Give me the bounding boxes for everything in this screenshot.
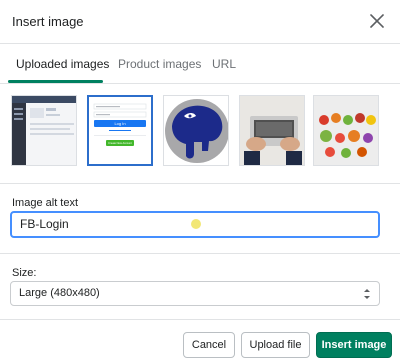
size-label: Size: — [12, 267, 37, 279]
dialog-title: Insert image — [12, 14, 84, 29]
image-gallery: Log In Create New Account — [0, 84, 400, 184]
tab-bar: Uploaded images Product images URL — [0, 44, 400, 84]
upload-file-button[interactable]: Upload file — [241, 332, 310, 358]
tab-url[interactable]: URL — [212, 57, 236, 71]
image-thumbnail-fb-login[interactable]: Log In Create New Account — [87, 95, 153, 166]
image-thumbnail-vegetables[interactable] — [313, 95, 379, 166]
alt-text-section: Image alt text FB-Login — [0, 184, 400, 254]
size-section: Size: Large (480x480) — [0, 254, 400, 320]
active-tab-indicator — [8, 80, 103, 83]
dialog-header: Insert image — [0, 0, 400, 44]
tab-uploaded-images[interactable]: Uploaded images — [16, 57, 109, 71]
image-thumbnail-hands-on-laptop[interactable] — [239, 95, 305, 166]
image-thumbnail-elephant-logo[interactable] — [163, 95, 229, 166]
dialog-footer: Cancel Upload file Insert image — [0, 320, 400, 363]
login-button-text: Log In — [114, 121, 125, 126]
image-thumbnail-fb-dashboard[interactable] — [11, 95, 77, 166]
select-arrows-icon — [363, 287, 371, 301]
mouse-cursor-highlight — [191, 219, 201, 229]
tab-product-images[interactable]: Product images — [118, 57, 201, 71]
insert-image-dialog: Insert image Uploaded images Product ima… — [0, 0, 400, 363]
size-select-value: Large (480x480) — [19, 287, 100, 299]
close-icon[interactable] — [366, 10, 388, 32]
create-account-text: Create New Account — [108, 141, 132, 145]
size-select[interactable]: Large (480x480) — [10, 281, 380, 306]
cancel-button[interactable]: Cancel — [183, 332, 235, 358]
alt-text-label: Image alt text — [12, 197, 79, 209]
insert-image-button[interactable]: Insert image — [316, 332, 392, 358]
